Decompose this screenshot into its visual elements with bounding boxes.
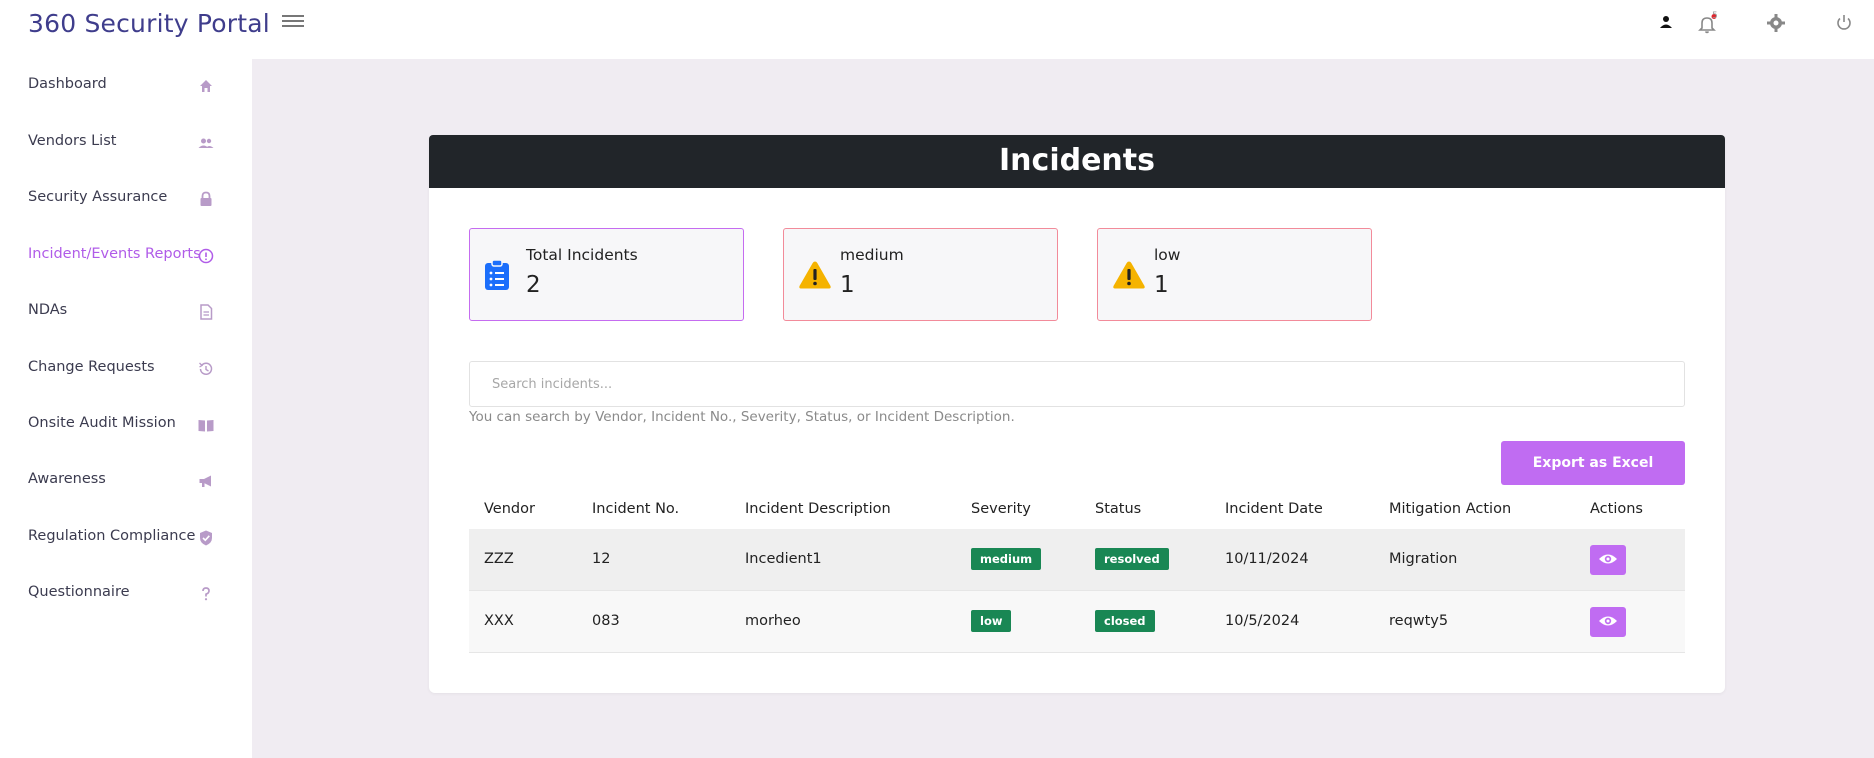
shield-check-icon bbox=[200, 530, 212, 546]
sidebar-item-awareness[interactable]: Awareness bbox=[0, 459, 252, 503]
cell-description: morheo bbox=[745, 613, 801, 629]
column-header[interactable]: Incident Date bbox=[1225, 501, 1323, 517]
users-icon bbox=[198, 138, 214, 148]
search-input[interactable] bbox=[470, 362, 1684, 406]
stat-card-low: low 1 bbox=[1097, 228, 1372, 321]
search-help-text: You can search by Vendor, Incident No., … bbox=[469, 409, 1015, 425]
document-icon bbox=[200, 304, 213, 320]
home-icon bbox=[200, 80, 212, 92]
sidebar-item-onsite-audit-mission[interactable]: Onsite Audit Mission bbox=[0, 403, 252, 447]
stat-label: Total Incidents bbox=[526, 246, 638, 264]
status-badge: closed bbox=[1095, 610, 1155, 632]
sidebar-item-ndas[interactable]: NDAs bbox=[0, 290, 252, 334]
megaphone-icon bbox=[199, 475, 211, 487]
sidebar-item-label: Vendors List bbox=[28, 133, 117, 149]
cell-mitigation: Migration bbox=[1389, 551, 1458, 567]
sidebar-item-label: NDAs bbox=[28, 302, 68, 318]
eye-icon bbox=[1599, 616, 1617, 626]
sidebar-item-label: Security Assurance bbox=[28, 189, 168, 205]
warning-icon bbox=[799, 261, 831, 289]
column-header[interactable]: Incident Description bbox=[745, 501, 891, 517]
stat-value: 1 bbox=[1154, 272, 1169, 298]
sidebar-item-label: Regulation Compliance bbox=[28, 528, 196, 544]
user-profile-icon[interactable] bbox=[1656, 13, 1676, 33]
cell-incident-no: 083 bbox=[592, 613, 620, 629]
status-badge: resolved bbox=[1095, 548, 1169, 570]
warning-icon bbox=[1113, 261, 1145, 289]
sidebar-item-label: Questionnaire bbox=[28, 584, 130, 600]
stat-card-total-incidents: Total Incidents 2 bbox=[469, 228, 744, 321]
cell-vendor: ZZZ bbox=[484, 551, 514, 567]
incidents-card: Incidents Total Incidents 2 medium 1 low… bbox=[429, 135, 1725, 693]
lock-icon bbox=[200, 191, 212, 206]
column-header: Actions bbox=[1590, 501, 1643, 517]
cell-incident-no: 12 bbox=[592, 551, 611, 567]
export-excel-button[interactable]: Export as Excel bbox=[1501, 441, 1685, 485]
column-header[interactable]: Status bbox=[1095, 501, 1141, 517]
hamburger-menu-icon[interactable] bbox=[282, 12, 304, 32]
table-row: XXX 083 morheo low closed 10/5/2024 reqw… bbox=[469, 591, 1685, 653]
notification-count: 5 bbox=[1712, 11, 1718, 21]
clipboard-list-icon bbox=[485, 259, 509, 290]
stat-value: 2 bbox=[526, 272, 541, 298]
history-icon bbox=[199, 362, 213, 375]
book-icon bbox=[198, 420, 214, 432]
severity-badge: low bbox=[971, 610, 1012, 632]
stat-label: low bbox=[1154, 246, 1181, 264]
eye-icon bbox=[1599, 554, 1617, 564]
sidebar: Dashboard Vendors List Security Assuranc… bbox=[0, 59, 252, 758]
question-icon bbox=[202, 587, 210, 601]
sidebar-item-label: Incident/Events Reports bbox=[28, 246, 201, 262]
severity-badge: medium bbox=[971, 548, 1042, 570]
sidebar-item-security-assurance[interactable]: Security Assurance bbox=[0, 177, 252, 221]
column-header[interactable]: Severity bbox=[971, 501, 1031, 517]
sidebar-item-label: Change Requests bbox=[28, 359, 155, 375]
sidebar-item-dashboard[interactable]: Dashboard bbox=[0, 64, 252, 108]
notifications-bell-icon[interactable]: 5 bbox=[1697, 11, 1718, 34]
alert-circle-icon bbox=[198, 248, 214, 264]
settings-gear-icon[interactable] bbox=[1766, 13, 1786, 33]
sidebar-item-regulation-compliance[interactable]: Regulation Compliance bbox=[0, 516, 252, 560]
sidebar-item-label: Awareness bbox=[28, 471, 106, 487]
stat-card-medium: medium 1 bbox=[783, 228, 1058, 321]
sidebar-item-change-requests[interactable]: Change Requests bbox=[0, 347, 252, 391]
sidebar-item-questionnaire[interactable]: Questionnaire bbox=[0, 572, 252, 616]
view-incident-button[interactable] bbox=[1590, 545, 1626, 575]
column-header[interactable]: Mitigation Action bbox=[1389, 501, 1511, 517]
column-header[interactable]: Vendor bbox=[484, 501, 535, 517]
cell-mitigation: reqwty5 bbox=[1389, 613, 1449, 629]
cell-vendor: XXX bbox=[484, 613, 514, 629]
table-row: ZZZ 12 Incedient1 medium resolved 10/11/… bbox=[469, 529, 1685, 591]
table-header: Vendor Incident No. Incident Description… bbox=[469, 493, 1685, 529]
stat-label: medium bbox=[840, 246, 904, 264]
sidebar-item-vendors-list[interactable]: Vendors List bbox=[0, 121, 252, 165]
cell-description: Incedient1 bbox=[745, 551, 822, 567]
cell-incident-date: 10/11/2024 bbox=[1225, 551, 1309, 567]
power-logout-icon[interactable] bbox=[1834, 13, 1854, 33]
top-bar: 360 Security Portal 5 bbox=[0, 0, 1874, 59]
app-title: 360 Security Portal bbox=[28, 9, 270, 38]
column-header[interactable]: Incident No. bbox=[592, 501, 679, 517]
sidebar-item-label: Dashboard bbox=[28, 76, 107, 92]
sidebar-item-label: Onsite Audit Mission bbox=[28, 415, 176, 431]
cell-incident-date: 10/5/2024 bbox=[1225, 613, 1300, 629]
search-box bbox=[469, 361, 1685, 407]
sidebar-item-incident-events-reports[interactable]: Incident/Events Reports bbox=[0, 234, 252, 278]
page-title: Incidents bbox=[999, 143, 1155, 178]
stat-value: 1 bbox=[840, 272, 855, 298]
view-incident-button[interactable] bbox=[1590, 607, 1626, 637]
card-header: Incidents bbox=[429, 135, 1725, 188]
